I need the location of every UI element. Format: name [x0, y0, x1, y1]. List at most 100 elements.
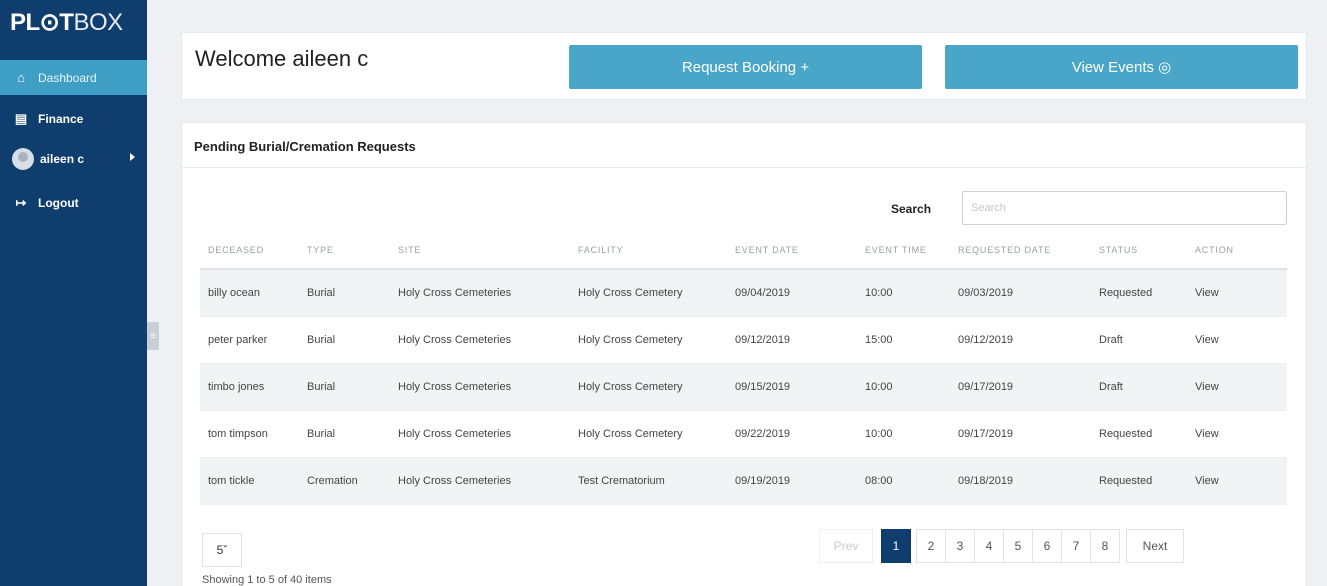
- event-date-cell: 09/19/2019: [727, 457, 857, 505]
- table-row: tom timpson Burial Holy Cross Cemeteries Ho…: [200, 410, 1287, 458]
- status-cell: Requested: [1091, 269, 1187, 317]
- table-body: billy ocean Burial Holy Cross Cemeteries Ho…: [200, 269, 1287, 505]
- pagination-prev[interactable]: Prev: [819, 529, 873, 563]
- deceased-cell: timbo jones: [200, 363, 299, 411]
- sidebar: PL⊙TBOX ⌂ Dashboard ▤ Finance aileen c ↦…: [0, 0, 147, 586]
- type-cell: Burial: [299, 316, 390, 364]
- welcome-card: Welcome aileen c Request Booking + View …: [181, 32, 1307, 100]
- view-link[interactable]: View: [1187, 316, 1287, 364]
- logo-bold-text: PL⊙T: [10, 9, 74, 36]
- table-row: timbo jones Burial Holy Cross Cemeteries Ho…: [200, 363, 1287, 411]
- sidebar-item-dashboard[interactable]: ⌂ Dashboard: [0, 60, 147, 95]
- card-title: Pending Burial/Cremation Requests: [182, 123, 1306, 168]
- column-header: ACTION: [1187, 231, 1287, 270]
- view-link[interactable]: View: [1187, 269, 1287, 317]
- sidebar-item-label: Logout: [38, 195, 79, 210]
- column-header[interactable]: SITE: [390, 231, 570, 270]
- pagination: Prev 1 2 3 4 5 6 7 8 Next: [819, 529, 1184, 563]
- site-cell: Holy Cross Cemeteries: [390, 269, 570, 317]
- type-cell: Burial: [299, 363, 390, 411]
- view-link[interactable]: View: [1187, 410, 1287, 458]
- event-date-cell: 09/15/2019: [727, 363, 857, 411]
- view-link[interactable]: View: [1187, 363, 1287, 411]
- chevron-right-icon: [130, 153, 135, 161]
- site-cell: Holy Cross Cemeteries: [390, 316, 570, 364]
- column-header[interactable]: DECEASED: [200, 231, 299, 270]
- sidebar-item-logout[interactable]: ↦ Logout: [0, 185, 147, 220]
- deceased-cell: peter parker: [200, 316, 299, 364]
- sidebar-item-user[interactable]: aileen c: [0, 141, 147, 176]
- home-icon: ⌂: [17, 70, 25, 85]
- pagination-page[interactable]: 2: [916, 529, 946, 563]
- sidebar-collapse-toggle[interactable]: ≡: [147, 322, 159, 350]
- pagination-page[interactable]: 3: [945, 529, 975, 563]
- sidebar-item-finance[interactable]: ▤ Finance: [0, 101, 147, 136]
- event-date-cell: 09/12/2019: [727, 316, 857, 364]
- status-cell: Draft: [1091, 316, 1187, 364]
- pagination-page[interactable]: 5: [1003, 529, 1033, 563]
- event-time-cell: 08:00: [857, 457, 950, 505]
- pagination-page[interactable]: 4: [974, 529, 1004, 563]
- table-row: billy ocean Burial Holy Cross Cemeteries Ho…: [200, 269, 1287, 317]
- table-header-row: DECEASED TYPE SITE FACILITY EVENT DATE E…: [200, 231, 1287, 270]
- avatar: [12, 147, 34, 170]
- column-header[interactable]: EVENT DATE: [727, 231, 857, 270]
- facility-cell: Holy Cross Cemetery: [570, 316, 727, 364]
- pagination-page[interactable]: 7: [1061, 529, 1091, 563]
- requested-date-cell: 09/12/2019: [950, 316, 1091, 364]
- deceased-cell: tom tickle: [200, 457, 299, 505]
- pagination-page[interactable]: 8: [1090, 529, 1120, 563]
- facility-cell: Holy Cross Cemetery: [570, 363, 727, 411]
- type-cell: Cremation: [299, 457, 390, 505]
- requested-date-cell: 09/18/2019: [950, 457, 1091, 505]
- page-size-select[interactable]: 5ˇ: [202, 533, 242, 567]
- type-cell: Burial: [299, 410, 390, 458]
- sidebar-item-label: aileen c: [40, 151, 85, 166]
- column-header[interactable]: STATUS: [1091, 231, 1187, 270]
- column-header[interactable]: FACILITY: [570, 231, 727, 270]
- requested-date-cell: 09/17/2019: [950, 410, 1091, 458]
- facility-cell: Test Crematorium: [570, 457, 727, 505]
- event-time-cell: 10:00: [857, 363, 950, 411]
- event-time-cell: 10:00: [857, 269, 950, 317]
- deceased-cell: tom timpson: [200, 410, 299, 458]
- pagination-page-active[interactable]: 1: [881, 529, 911, 563]
- page-title: Welcome aileen c: [195, 46, 369, 71]
- request-booking-button[interactable]: Request Booking +: [569, 45, 922, 89]
- view-events-button[interactable]: View Events ◎: [945, 45, 1298, 89]
- finance-icon: ▤: [14, 110, 28, 126]
- collapse-icon: ≡: [150, 330, 156, 342]
- plotbox-logo[interactable]: PL⊙TBOX: [0, 0, 147, 60]
- site-cell: Holy Cross Cemeteries: [390, 410, 570, 458]
- page-size-value: 5: [216, 543, 224, 557]
- pagination-next[interactable]: Next: [1126, 529, 1184, 563]
- event-time-cell: 10:00: [857, 410, 950, 458]
- logo-light-text: BOX: [73, 9, 123, 36]
- search-input[interactable]: [962, 191, 1287, 225]
- site-cell: Holy Cross Cemeteries: [390, 363, 570, 411]
- view-link[interactable]: View: [1187, 457, 1287, 505]
- pending-requests-card: Pending Burial/Cremation Requests Search…: [181, 122, 1307, 586]
- event-date-cell: 09/04/2019: [727, 269, 857, 317]
- logout-icon: ↦: [15, 194, 27, 210]
- table-row: peter parker Burial Holy Cross Cemeteries H…: [200, 316, 1287, 364]
- sidebar-item-label: Finance: [38, 111, 84, 126]
- column-header[interactable]: REQUESTED DATE: [950, 231, 1091, 270]
- deceased-cell: billy ocean: [200, 269, 299, 317]
- status-cell: Requested: [1091, 457, 1187, 505]
- event-time-cell: 15:00: [857, 316, 950, 364]
- status-cell: Requested: [1091, 410, 1187, 458]
- site-cell: Holy Cross Cemeteries: [390, 457, 570, 505]
- sidebar-item-label: Dashboard: [38, 70, 97, 85]
- column-header[interactable]: EVENT TIME: [857, 231, 950, 270]
- column-header[interactable]: TYPE: [299, 231, 390, 270]
- facility-cell: Holy Cross Cemetery: [570, 269, 727, 317]
- requested-date-cell: 09/17/2019: [950, 363, 1091, 411]
- search-label: Search: [891, 202, 932, 216]
- requests-table: DECEASED TYPE SITE FACILITY EVENT DATE E…: [200, 231, 1287, 505]
- type-cell: Burial: [299, 269, 390, 317]
- facility-cell: Holy Cross Cemetery: [570, 410, 727, 458]
- pagination-page[interactable]: 6: [1032, 529, 1062, 563]
- status-cell: Draft: [1091, 363, 1187, 411]
- chevron-down-icon: ˇ: [223, 543, 228, 557]
